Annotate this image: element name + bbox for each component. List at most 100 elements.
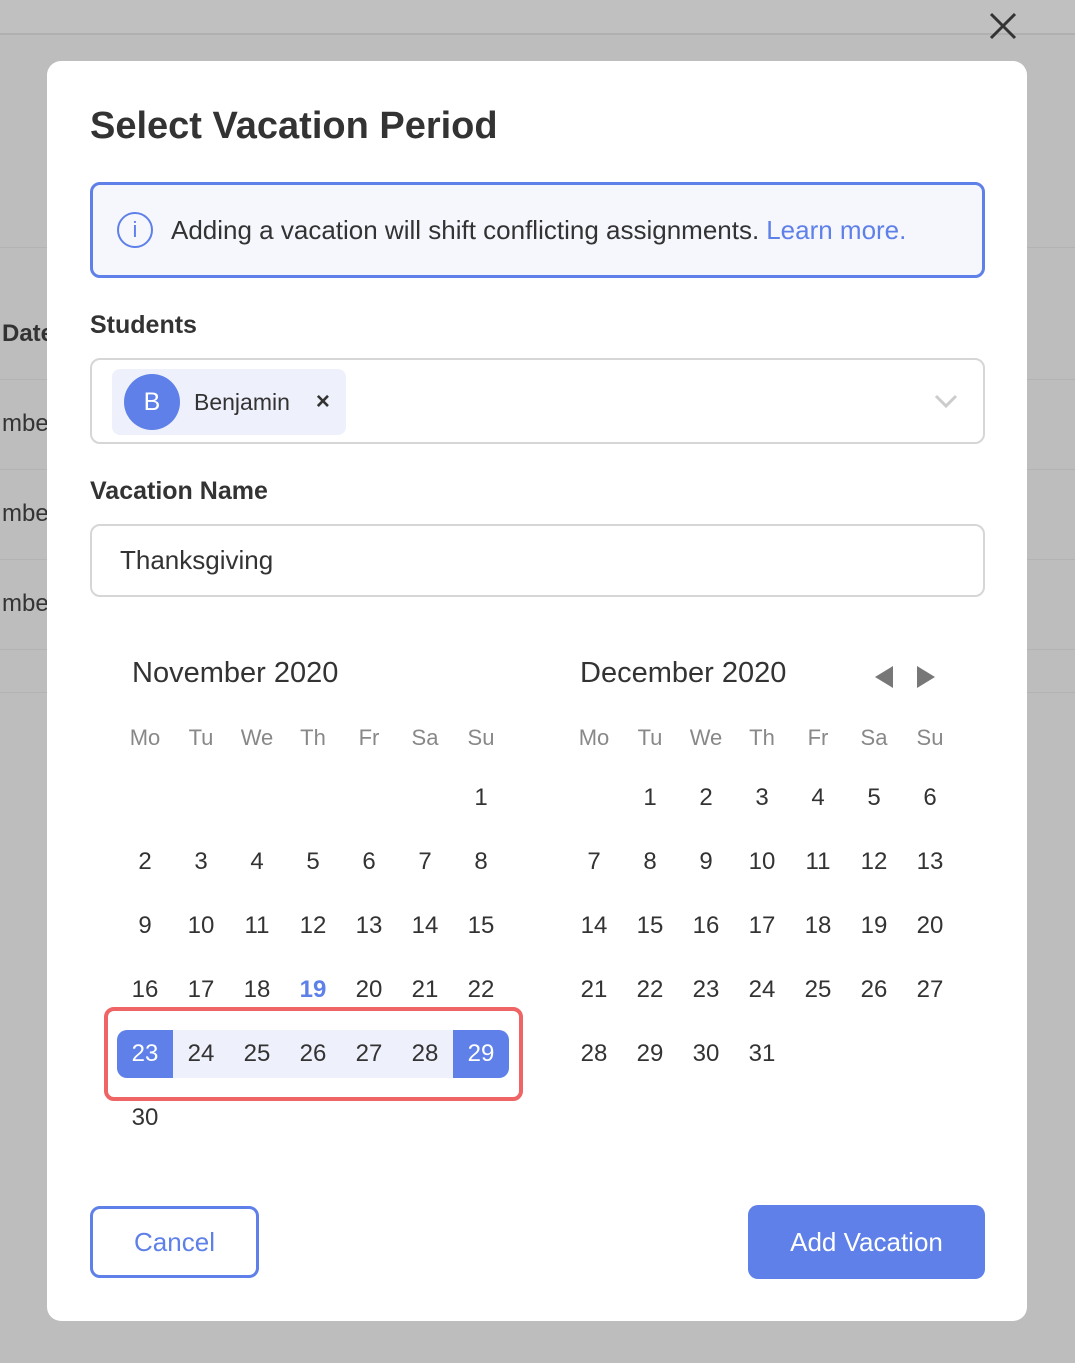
prev-month-icon[interactable] [873, 664, 895, 690]
day-cell[interactable]: 9 [117, 902, 173, 950]
day-cell[interactable]: 21 [397, 966, 453, 1014]
weekday-header: Fr [358, 725, 380, 750]
day-cell[interactable]: 25 [229, 1030, 285, 1078]
learn-more-link[interactable]: Learn more. [766, 215, 906, 246]
day-cell[interactable]: 15 [453, 902, 509, 950]
day-cell[interactable]: 11 [229, 902, 285, 950]
day-cell[interactable]: 8 [622, 838, 678, 886]
day-cell[interactable]: 16 [117, 966, 173, 1014]
day-cell[interactable]: 30 [117, 1094, 173, 1142]
vacation-name-label: Vacation Name [90, 477, 268, 505]
day-cell[interactable]: 16 [678, 902, 734, 950]
day-cell[interactable]: 6 [902, 774, 958, 822]
background-header [0, 0, 1075, 35]
weekday-header: Tu [188, 725, 214, 750]
student-chip: B Benjamin × [112, 369, 346, 435]
day-cell[interactable]: 19 [846, 902, 902, 950]
student-name: Benjamin [194, 388, 290, 415]
weekday-header: Th [749, 725, 775, 750]
day-cell[interactable]: 13 [902, 838, 958, 886]
weekday-header: Sa [411, 725, 439, 750]
day-cell[interactable]: 13 [341, 902, 397, 950]
day-cell[interactable]: 17 [173, 966, 229, 1014]
day-cell[interactable]: 23 [678, 966, 734, 1014]
day-cell[interactable]: 20 [902, 902, 958, 950]
info-text: Adding a vacation will shift conflicting… [171, 214, 760, 245]
day-cell[interactable]: 15 [622, 902, 678, 950]
month-title-december: December 2020 [580, 657, 787, 689]
weekday-header: Mo [578, 725, 610, 750]
day-cell[interactable]: 3 [173, 838, 229, 886]
modal-title: Select Vacation Period [90, 105, 498, 147]
day-cell[interactable]: 22 [453, 966, 509, 1014]
day-cell[interactable]: 1 [453, 774, 509, 822]
weekday-header: Su [916, 725, 944, 750]
day-cell[interactable]: 11 [790, 838, 846, 886]
day-cell[interactable]: 3 [734, 774, 790, 822]
day-cell[interactable]: 14 [397, 902, 453, 950]
students-label: Students [90, 311, 197, 339]
day-cell[interactable]: 6 [341, 838, 397, 886]
day-cell[interactable]: 19 [285, 966, 341, 1014]
day-cell[interactable]: 12 [285, 902, 341, 950]
background-cell: mbe [2, 590, 49, 617]
cancel-button[interactable]: Cancel [90, 1206, 259, 1278]
day-cell[interactable]: 10 [173, 902, 229, 950]
day-cell[interactable]: 8 [453, 838, 509, 886]
day-cell[interactable]: 2 [678, 774, 734, 822]
day-cell[interactable]: 5 [846, 774, 902, 822]
weekday-header: Fr [807, 725, 829, 750]
day-cell[interactable]: 7 [566, 838, 622, 886]
weekday-header: Tu [637, 725, 663, 750]
background-cell: mbe [2, 410, 49, 437]
background-cell: mbe [2, 500, 49, 527]
day-cell[interactable]: 29 [453, 1030, 509, 1078]
weekday-header: Th [300, 725, 326, 750]
day-cell[interactable]: 17 [734, 902, 790, 950]
students-select[interactable]: B Benjamin × [90, 358, 985, 444]
day-cell[interactable]: 24 [173, 1030, 229, 1078]
weekday-header: Sa [860, 725, 888, 750]
day-cell[interactable]: 22 [622, 966, 678, 1014]
day-cell[interactable]: 26 [846, 966, 902, 1014]
day-cell[interactable]: 12 [846, 838, 902, 886]
day-cell[interactable]: 27 [341, 1030, 397, 1078]
day-cell[interactable]: 24 [734, 966, 790, 1014]
day-cell[interactable]: 28 [566, 1030, 622, 1078]
day-cell[interactable]: 20 [341, 966, 397, 1014]
day-cell[interactable]: 2 [117, 838, 173, 886]
day-cell[interactable]: 25 [790, 966, 846, 1014]
day-cell[interactable]: 4 [790, 774, 846, 822]
month-title-november: November 2020 [132, 657, 339, 689]
day-cell[interactable]: 4 [229, 838, 285, 886]
day-cell[interactable]: 29 [622, 1030, 678, 1078]
close-icon[interactable] [985, 8, 1021, 44]
day-cell[interactable]: 30 [678, 1030, 734, 1078]
avatar: B [124, 374, 180, 430]
next-month-icon[interactable] [915, 664, 937, 690]
day-cell[interactable]: 31 [734, 1030, 790, 1078]
remove-student-icon[interactable]: × [316, 388, 330, 416]
weekday-header: Su [467, 725, 495, 750]
weekday-header: We [689, 725, 723, 750]
chevron-down-icon[interactable] [933, 388, 959, 414]
day-cell[interactable]: 21 [566, 966, 622, 1014]
day-cell[interactable]: 27 [902, 966, 958, 1014]
day-cell[interactable]: 23 [117, 1030, 173, 1078]
day-cell[interactable]: 26 [285, 1030, 341, 1078]
day-cell[interactable]: 10 [734, 838, 790, 886]
weekday-header: We [240, 725, 274, 750]
day-cell[interactable]: 14 [566, 902, 622, 950]
day-cell[interactable]: 18 [229, 966, 285, 1014]
add-vacation-button[interactable]: Add Vacation [748, 1205, 985, 1279]
vacation-name-input[interactable]: Thanksgiving [90, 524, 985, 597]
day-cell[interactable]: 1 [622, 774, 678, 822]
day-cell[interactable]: 5 [285, 838, 341, 886]
day-cell[interactable]: 28 [397, 1030, 453, 1078]
day-cell[interactable]: 9 [678, 838, 734, 886]
day-cell[interactable]: 18 [790, 902, 846, 950]
vacation-modal: Select Vacation Period i Adding a vacati… [47, 61, 1027, 1321]
day-cell[interactable]: 7 [397, 838, 453, 886]
info-icon: i [117, 212, 153, 248]
weekday-header: Mo [129, 725, 161, 750]
